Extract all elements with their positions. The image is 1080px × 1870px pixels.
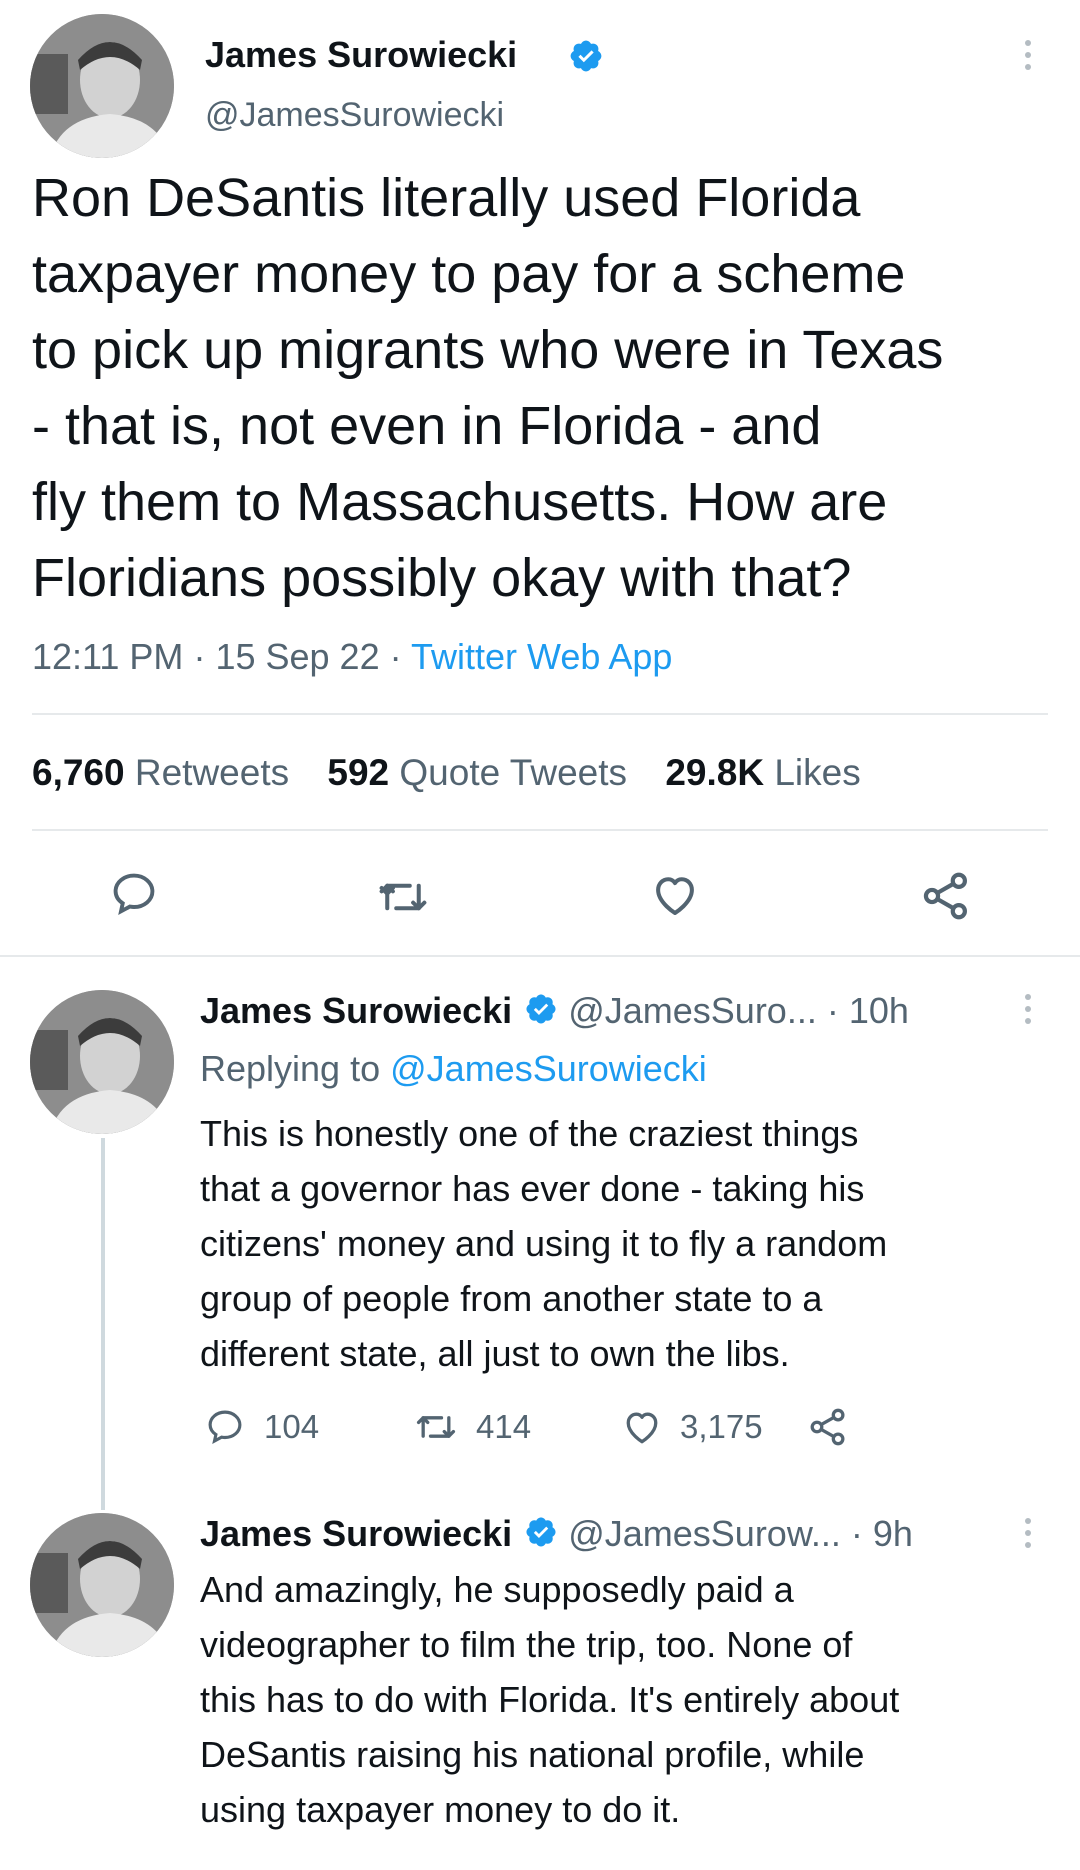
reply-text-line: citizens' money and using it to fly a ra… — [200, 1223, 888, 1264]
author-handle[interactable]: @JamesSurowiecki — [205, 96, 504, 135]
share-icon[interactable] — [918, 868, 974, 924]
quote-tweets-label: Quote Tweets — [399, 752, 628, 793]
replying-to-handle[interactable]: @JamesSurowiecki — [390, 1048, 707, 1089]
reply-text-line: that a governor has ever done - taking h… — [200, 1168, 865, 1209]
tweet-time[interactable]: 12:11 PM — [32, 636, 183, 677]
likes-label: Likes — [774, 752, 861, 793]
more-options-icon[interactable] — [1022, 1518, 1034, 1548]
more-options-icon[interactable] — [1022, 40, 1034, 70]
likes-stat[interactable]: 29.8K Likes — [665, 752, 860, 793]
reply-header: James Surowiecki @JamesSuro... · 10h — [200, 990, 909, 1035]
reply-text-line: this has to do with Florida. It's entire… — [200, 1679, 900, 1720]
like-icon[interactable] — [620, 1405, 668, 1449]
retweet-icon[interactable] — [376, 870, 430, 924]
reply-text-line: different state, all just to own the lib… — [200, 1333, 790, 1374]
reply-text-line: videographer to film the trip, too. None… — [200, 1624, 853, 1665]
tweet-text: Ron DeSantis literally used Florida taxp… — [32, 160, 943, 616]
tweet-text-line: Floridians possibly okay with that? — [32, 548, 852, 608]
tweet-text-line: to pick up migrants who were in Texas — [32, 320, 944, 380]
retweets-count: 6,760 — [32, 752, 125, 793]
reply-count: 104 — [264, 1408, 320, 1445]
quote-tweets-stat[interactable]: 592 Quote Tweets — [327, 752, 637, 793]
reply-action-bar: 104 414 3,175 — [204, 1405, 850, 1449]
tweet-text-line: Ron DeSantis literally used Florida — [32, 168, 861, 228]
quote-tweets-count: 592 — [327, 752, 390, 793]
verified-badge-icon — [524, 992, 558, 1035]
author-handle[interactable]: @JamesSuro... — [568, 990, 817, 1031]
author-handle[interactable]: @JamesSurow... — [568, 1513, 841, 1554]
reply-time[interactable]: · 9h — [851, 1513, 913, 1554]
tweet-meta: 12:11 PM · 15 Sep 22 · Twitter Web App — [32, 636, 672, 678]
tweet-text-line: fly them to Massachusetts. How are — [32, 472, 888, 532]
reply-header: James Surowiecki @JamesSurow... · 9h — [200, 1513, 913, 1558]
reply-text-line: group of people from another state to a — [200, 1278, 823, 1319]
avatar[interactable] — [30, 14, 174, 158]
reply-text: And amazingly, he supposedly paid a vide… — [200, 1562, 899, 1837]
thread-line — [101, 1138, 105, 1510]
tweet-stats: 6,760 Retweets 592 Quote Tweets 29.8K Li… — [32, 752, 861, 794]
meta-separator: · — [389, 636, 402, 677]
reply-time[interactable]: · 10h — [827, 990, 909, 1031]
author-name[interactable]: James Surowiecki — [200, 1513, 512, 1554]
like-icon[interactable] — [648, 868, 702, 922]
tweet-source[interactable]: Twitter Web App — [411, 636, 672, 677]
retweet-count: 414 — [476, 1408, 532, 1445]
divider — [32, 829, 1048, 831]
reply-text-line: This is honestly one of the craziest thi… — [200, 1113, 859, 1154]
meta-separator: · — [193, 636, 206, 677]
share-icon[interactable] — [806, 1405, 850, 1449]
like-count: 3,175 — [680, 1408, 763, 1445]
tweet-text-line: - that is, not even in Florida - and — [32, 396, 822, 456]
reply-icon[interactable] — [204, 1406, 250, 1448]
reply-text-line: And amazingly, he supposedly paid a — [200, 1569, 794, 1610]
more-options-icon[interactable] — [1022, 994, 1034, 1024]
tweet-text-line: taxpayer money to pay for a scheme — [32, 244, 906, 304]
reply-text-line: DeSantis raising his national profile, w… — [200, 1734, 865, 1775]
verified-badge-icon — [524, 1515, 558, 1558]
divider — [0, 955, 1080, 957]
reply-text: This is honestly one of the craziest thi… — [200, 1106, 887, 1381]
replying-to: Replying to @JamesSurowiecki — [200, 1048, 707, 1090]
avatar[interactable] — [30, 990, 174, 1134]
author-name[interactable]: James Surowiecki — [200, 990, 512, 1031]
reply-icon[interactable] — [108, 868, 160, 920]
reply-text-line: using taxpayer money to do it. — [200, 1789, 681, 1830]
divider — [32, 713, 1048, 715]
retweets-label: Retweets — [134, 752, 290, 793]
likes-count: 29.8K — [665, 752, 765, 793]
retweets-stat[interactable]: 6,760 Retweets — [32, 752, 299, 793]
author-name[interactable]: James Surowiecki — [205, 34, 517, 76]
replying-to-label: Replying to — [200, 1048, 381, 1089]
avatar[interactable] — [30, 1513, 174, 1657]
retweet-icon[interactable] — [414, 1405, 464, 1449]
verified-badge-icon — [568, 38, 604, 79]
tweet-date[interactable]: 15 Sep 22 — [215, 636, 379, 677]
